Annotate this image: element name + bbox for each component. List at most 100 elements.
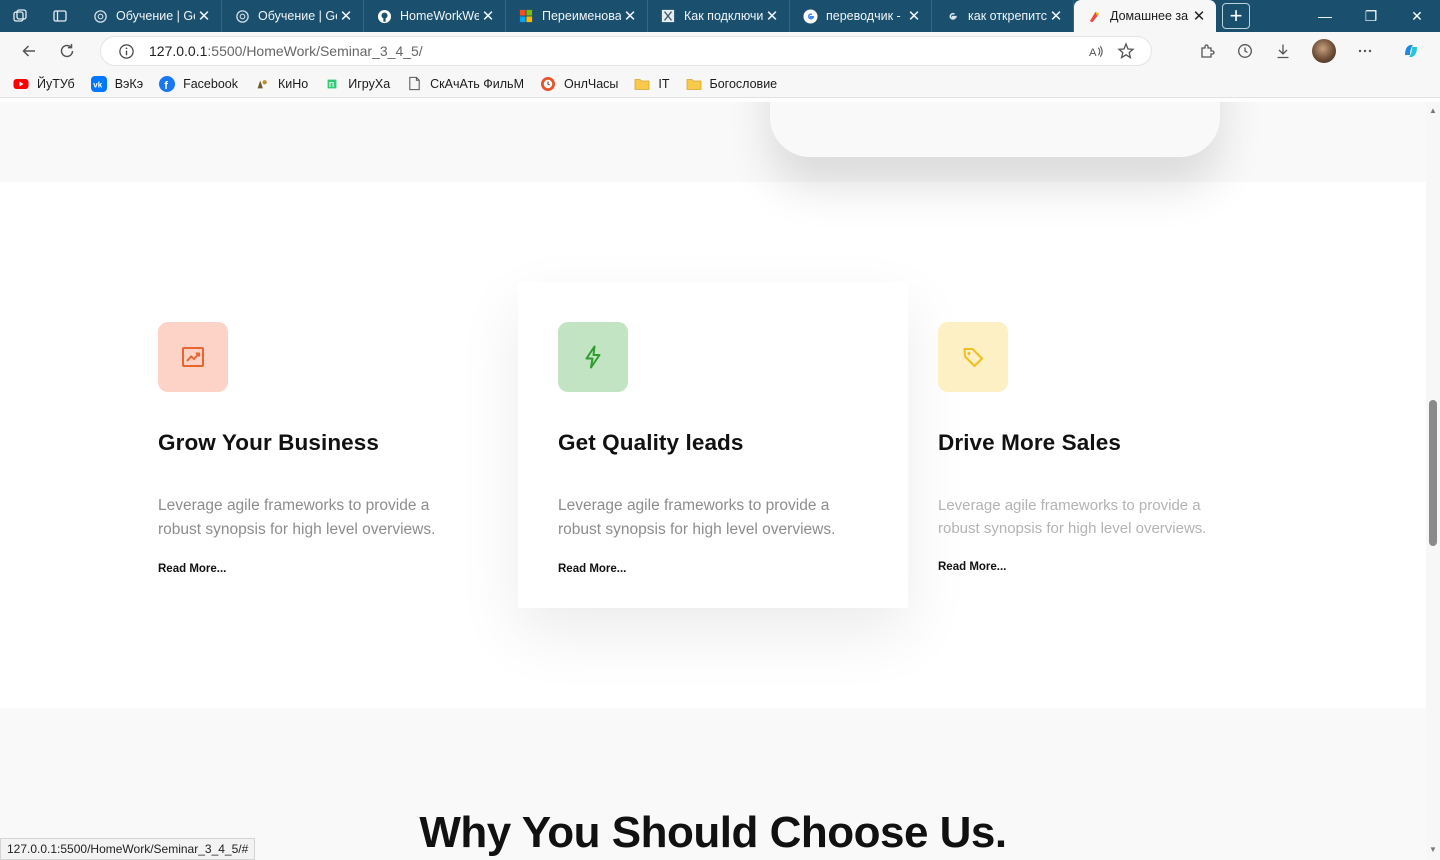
card-text: Leverage agile frameworks to provide a r… — [938, 497, 1207, 537]
back-arrow-icon — [22, 45, 35, 57]
vk-icon: vk — [90, 75, 107, 92]
favorite-film[interactable]: СкАчАть ФильМ — [406, 76, 524, 92]
browser-tab[interactable]: Переименова ✕ — [506, 0, 648, 32]
tab-strip: Обучение | Ge ✕ Обучение | Ge ✕ HomeWork… — [0, 0, 1440, 32]
extensions-button[interactable] — [1190, 36, 1224, 66]
favorite-label: СкАчАть ФильМ — [430, 76, 524, 91]
favorite-kino[interactable]: КиНо — [254, 76, 308, 92]
favorite-star-icon[interactable] — [1111, 38, 1141, 64]
favorite-youtube[interactable]: ЙуТУб — [13, 76, 75, 92]
svg-text:f: f — [164, 80, 168, 92]
more-dots-icon — [1358, 49, 1372, 53]
close-tab-icon[interactable]: ✕ — [1047, 7, 1065, 25]
close-tab-icon[interactable]: ✕ — [479, 7, 497, 25]
minimize-icon[interactable]: — — [1302, 0, 1348, 32]
page-scrollbar[interactable]: ▲ ▼ — [1426, 102, 1440, 860]
kino-icon — [254, 76, 270, 92]
refresh-button[interactable] — [50, 36, 84, 66]
history-icon — [1238, 44, 1252, 58]
tab-title: Как подключи — [684, 9, 763, 23]
downloads-button[interactable] — [1266, 36, 1300, 66]
scrollbar-thumb[interactable] — [1429, 400, 1437, 546]
download-icon — [1277, 44, 1289, 59]
google-favicon-icon — [944, 8, 960, 24]
favorite-game[interactable]: П ИгруХа — [324, 76, 390, 92]
browser-tab[interactable]: Как подключи ✕ — [648, 0, 790, 32]
browser-toolbar: 127.0.0.1:5500/HomeWork/Seminar_3_4_5/ A — [0, 32, 1440, 70]
url-text[interactable]: 127.0.0.1:5500/HomeWork/Seminar_3_4_5/ — [149, 43, 1081, 59]
browser-tab[interactable]: как открепитс ✕ — [932, 0, 1074, 32]
close-tab-icon[interactable]: ✕ — [337, 7, 355, 25]
puzzle-icon — [1201, 44, 1215, 58]
browser-tab[interactable]: HomeWorkWe ✕ — [364, 0, 506, 32]
previous-section-band — [0, 102, 1426, 182]
favorite-clock[interactable]: ОнлЧасы — [540, 76, 618, 92]
tab-title: Обучение | Ge — [116, 9, 195, 23]
tab-actions-button[interactable] — [40, 0, 80, 32]
svg-text:vk: vk — [93, 80, 102, 89]
close-tab-icon[interactable]: ✕ — [195, 7, 213, 25]
tag-icon — [938, 322, 1008, 392]
tab-actions-icon — [53, 10, 67, 22]
page-viewport: Grow Your Business Leverage agile framew… — [0, 102, 1426, 860]
read-aloud-icon[interactable]: A — [1081, 38, 1111, 64]
card-text: Leverage agile frameworks to provide a r… — [558, 497, 836, 538]
browser-tab-active[interactable]: Домашнее за ✕ — [1074, 0, 1216, 32]
favorite-label: ВэКэ — [114, 76, 144, 91]
favorite-label: КиНо — [278, 76, 309, 91]
scroll-up-icon[interactable]: ▲ — [1429, 107, 1437, 115]
favorite-label: ИгруХа — [348, 76, 391, 91]
youtube-icon — [13, 76, 29, 92]
read-more-link[interactable]: Read More... — [158, 563, 226, 575]
browser-tab[interactable]: переводчик - ✕ — [790, 0, 932, 32]
feature-card-grow: Grow Your Business Leverage agile framew… — [118, 282, 508, 608]
new-tab-button[interactable]: + — [1222, 3, 1250, 29]
tab-title: как открепитс — [968, 9, 1047, 23]
tab-title: переводчик - — [826, 9, 901, 23]
close-tab-icon[interactable]: ✕ — [763, 7, 781, 25]
more-menu-button[interactable] — [1348, 36, 1382, 66]
feature-card-leads: Get Quality leads Leverage agile framewo… — [518, 282, 908, 608]
feature-card-sales: Drive More Sales Leverage agile framewor… — [898, 282, 1288, 608]
site-info-icon[interactable] — [117, 42, 135, 60]
back-button[interactable] — [12, 36, 46, 66]
gear-favicon-icon — [234, 8, 250, 24]
favorite-label: ОнлЧасы — [563, 76, 619, 91]
tab-title: HomeWorkWe — [400, 9, 479, 23]
copilot-button[interactable] — [1394, 36, 1428, 66]
address-bar[interactable]: 127.0.0.1:5500/HomeWork/Seminar_3_4_5/ A — [100, 36, 1152, 66]
read-more-link[interactable]: Read More... — [938, 561, 1006, 573]
browser-tab[interactable]: Обучение | Ge ✕ — [80, 0, 222, 32]
workspaces-button[interactable] — [0, 0, 40, 32]
history-button[interactable] — [1228, 36, 1262, 66]
close-tab-icon[interactable]: ✕ — [621, 7, 639, 25]
favorite-label: Facebook — [183, 76, 238, 91]
card-text: Leverage agile frameworks to provide a r… — [158, 497, 436, 538]
scroll-down-icon[interactable]: ▼ — [1429, 846, 1437, 854]
card-title: Get Quality leads — [558, 430, 744, 455]
profile-avatar[interactable] — [1312, 39, 1336, 63]
favorite-label: IT — [658, 76, 670, 91]
close-tab-icon[interactable]: ✕ — [905, 7, 923, 25]
favorite-vk[interactable]: vk ВэКэ — [90, 75, 144, 92]
favorite-facebook[interactable]: f Facebook — [159, 75, 238, 92]
chart-up-icon — [158, 322, 228, 392]
github-favicon-icon — [376, 8, 392, 24]
copilot-icon — [1405, 45, 1417, 57]
game-icon: П — [324, 76, 340, 92]
favorite-folder-theology[interactable]: Богословие — [686, 76, 777, 92]
status-url-tooltip: 127.0.0.1:5500/HomeWork/Seminar_3_4_5/# — [0, 838, 256, 860]
read-more-link[interactable]: Read More... — [558, 563, 626, 575]
tab-title: Домашнее за — [1110, 9, 1189, 23]
browser-tab[interactable]: Обучение | Ge ✕ — [222, 0, 364, 32]
restore-icon[interactable]: ❐ — [1348, 0, 1394, 32]
window-controls: — ❐ ✕ — [1302, 0, 1440, 32]
close-tab-icon[interactable]: ✕ — [1190, 7, 1208, 25]
workspaces-icon — [13, 9, 27, 22]
card-title: Drive More Sales — [938, 430, 1121, 455]
tab-title: Переименова — [542, 9, 621, 23]
favorite-folder-it[interactable]: IT — [634, 76, 670, 92]
tab-title: Обучение | Ge — [258, 9, 337, 23]
favorites-bar: ЙуТУб vk ВэКэ f Facebook КиНо П ИгруХа С… — [0, 70, 1440, 98]
close-window-icon[interactable]: ✕ — [1394, 0, 1440, 32]
